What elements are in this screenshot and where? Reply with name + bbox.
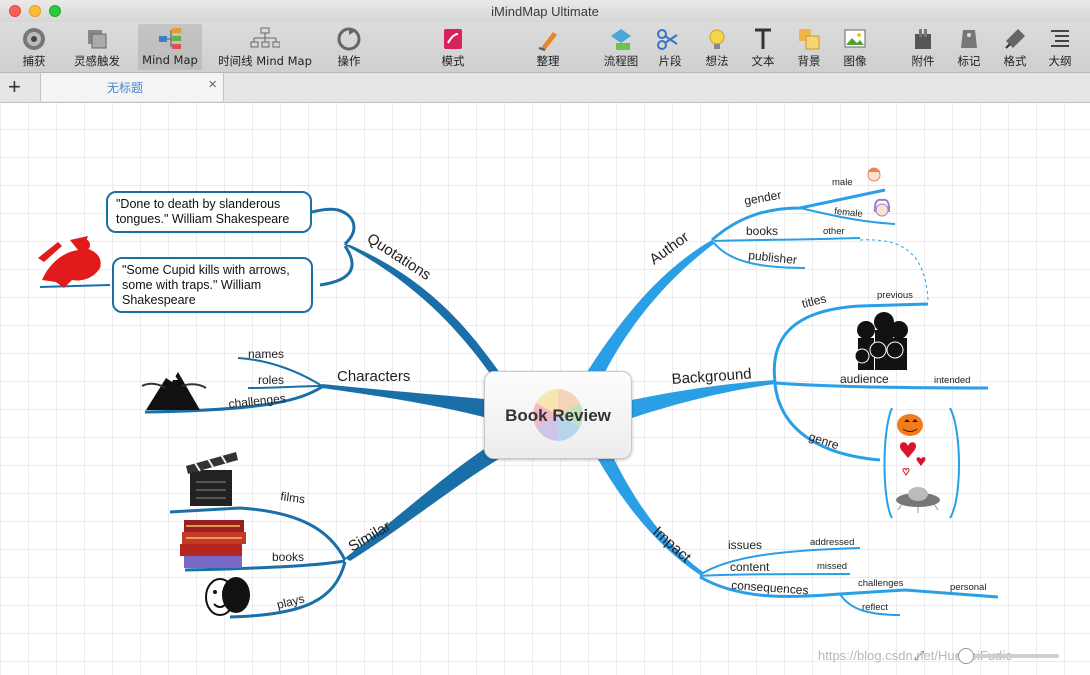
label-characters[interactable]: Characters (337, 368, 410, 385)
format-icon (1005, 29, 1025, 49)
label-gender[interactable]: gender (743, 188, 782, 208)
tidy-label: 整理 (536, 54, 560, 68)
label-impact[interactable]: Impact (649, 523, 694, 566)
fullscreen-icon[interactable]: ⤢ (914, 648, 924, 664)
toolbar: 捕获 灵感触发 Mind Map 时间线 Mind Map 操作 模式 整理 流… (0, 22, 1090, 73)
capture-icon (23, 28, 45, 50)
background-icon (799, 29, 820, 50)
theatre-masks-image[interactable] (205, 577, 250, 616)
inspiration-label: 灵感触发 (74, 54, 120, 68)
label-similar[interactable]: Similar (346, 518, 394, 556)
label-genre[interactable]: genre (807, 430, 841, 453)
label-plays[interactable]: plays (275, 592, 306, 612)
label-male[interactable]: male (832, 177, 853, 188)
cupid-image[interactable] (38, 236, 101, 288)
label-other[interactable]: other (823, 226, 845, 237)
quote-text-1: "Done to death by slanderous tongues." W… (116, 197, 290, 226)
hearts-image[interactable] (899, 442, 926, 476)
marker-icon (961, 30, 977, 48)
flowchart-icon (611, 29, 631, 50)
window-title: iMindMap Ultimate (491, 4, 599, 19)
tab-title: 无标题 (106, 81, 143, 95)
mind-map-label: Mind Map (142, 53, 198, 67)
label-intended[interactable]: intended (934, 375, 970, 386)
label-titles[interactable]: titles (800, 291, 827, 311)
label-missed[interactable]: missed (817, 561, 847, 572)
tab-bar: + 无标题 × (0, 73, 1090, 103)
clapperboard-image[interactable] (186, 452, 238, 506)
tidy-button[interactable]: 整理 (516, 26, 580, 69)
action-icon (337, 27, 361, 51)
timeline-label: 时间线 Mind Map (218, 54, 312, 68)
tab-untitled[interactable]: 无标题 × (40, 73, 224, 101)
label-char-challenges[interactable]: challenges (228, 391, 287, 411)
audience-silhouettes-image[interactable] (854, 312, 908, 370)
snippet-icon (657, 29, 678, 50)
label-female[interactable]: female (834, 206, 864, 220)
action-label: 操作 (337, 54, 361, 68)
inspiration-button[interactable]: 灵感触发 (65, 26, 129, 69)
label-author-books[interactable]: books (746, 224, 778, 238)
idea-icon (709, 29, 725, 49)
image-button[interactable]: 图像 (823, 26, 887, 69)
mode-button[interactable]: 模式 (421, 26, 485, 69)
outline-icon (1051, 30, 1069, 47)
action-button[interactable]: 操作 (317, 26, 381, 69)
mind-map-icon (159, 28, 181, 49)
capture-label: 捕获 (22, 54, 46, 68)
branch-author[interactable] (585, 240, 715, 382)
zoom-slider-handle[interactable] (958, 648, 974, 664)
male-avatar-image[interactable] (867, 167, 881, 182)
label-audience[interactable]: audience (840, 372, 889, 386)
timeline-button[interactable]: 时间线 Mind Map (218, 26, 312, 69)
label-content[interactable]: content (730, 560, 770, 574)
mode-label: 模式 (441, 54, 465, 68)
close-tab-button[interactable]: × (208, 76, 217, 93)
label-previous[interactable]: previous (877, 290, 913, 301)
title-bar: iMindMap Ultimate (0, 0, 1090, 22)
image-icon (844, 29, 866, 48)
quote-text-2: "Some Cupid kills with arrows, some with… (122, 263, 290, 307)
outline-button[interactable]: 大纲 (1028, 26, 1090, 69)
quote-bubble-1[interactable]: "Done to death by slanderous tongues." W… (106, 191, 312, 233)
label-films[interactable]: films (280, 489, 306, 506)
label-roles[interactable]: roles (258, 373, 284, 387)
ufo-image[interactable] (896, 487, 940, 513)
mind-map-canvas[interactable]: Quotations Characters Similar names role… (0, 103, 1090, 675)
central-idea-label: Book Review (505, 406, 611, 425)
quote-bubble-2[interactable]: "Some Cupid kills with arrows, some with… (112, 257, 313, 313)
inspiration-icon (88, 30, 107, 49)
attachment-icon (915, 29, 931, 49)
mountain-image[interactable] (141, 372, 207, 410)
outline-label: 大纲 (1048, 54, 1072, 68)
capture-button[interactable]: 捕获 (2, 26, 66, 69)
mind-map-button[interactable]: Mind Map (138, 24, 202, 70)
label-impact-challenges[interactable]: challenges (858, 578, 904, 589)
label-issues[interactable]: issues (728, 538, 762, 552)
pumpkin-image[interactable] (897, 414, 923, 436)
label-consequences[interactable]: consequences (731, 578, 809, 597)
central-idea[interactable]: Book Review (484, 371, 632, 459)
label-names[interactable]: names (248, 347, 284, 361)
mode-icon (444, 29, 462, 49)
label-addressed[interactable]: addressed (810, 537, 854, 548)
timeline-icon (250, 27, 280, 48)
branch-characters[interactable] (322, 384, 495, 420)
image-label: 图像 (843, 54, 867, 68)
text-icon (755, 28, 771, 49)
label-reflect[interactable]: reflect (862, 602, 888, 613)
stack-of-books-image[interactable] (180, 520, 246, 568)
add-tab-button[interactable]: + (8, 76, 21, 98)
tidy-icon (538, 32, 557, 51)
label-personal[interactable]: personal (950, 582, 986, 593)
female-avatar-image[interactable] (873, 198, 891, 217)
label-sim-books[interactable]: books (272, 550, 304, 564)
